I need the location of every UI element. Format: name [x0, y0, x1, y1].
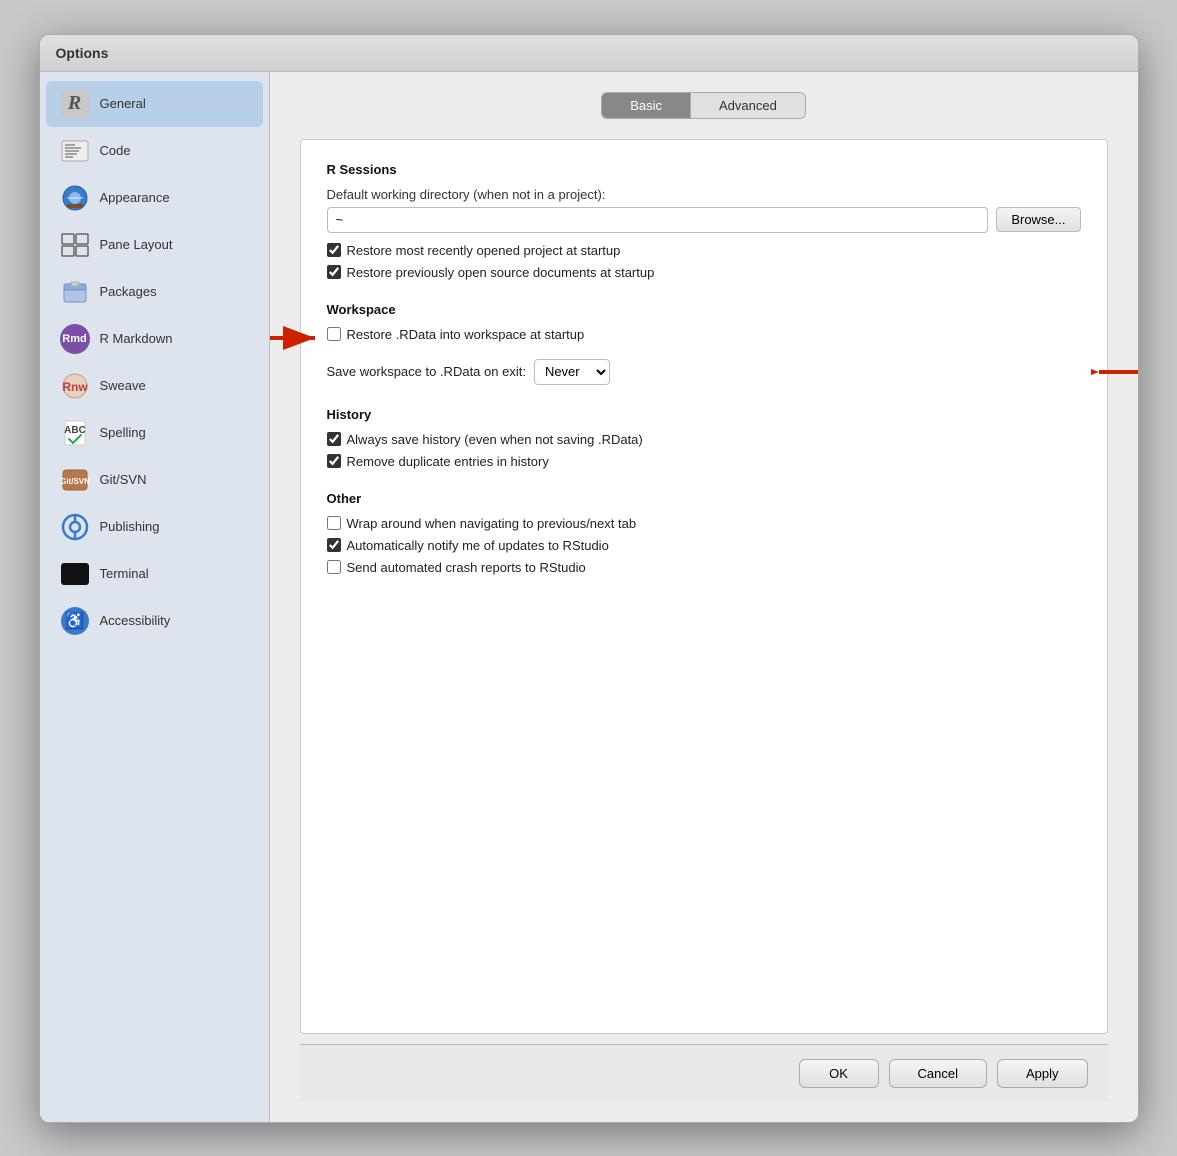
svg-text:ABC: ABC — [64, 425, 86, 436]
always-save-history-checkbox[interactable] — [327, 432, 341, 446]
restore-rdata-checkbox[interactable] — [327, 327, 341, 341]
sidebar-item-publishing[interactable]: Publishing — [46, 504, 263, 550]
sweave-icon: Rnw — [60, 371, 90, 401]
dialog-body: R General Code — [40, 72, 1138, 1122]
options-dialog: Options R General — [39, 34, 1139, 1123]
sidebar-label-spelling: Spelling — [100, 425, 146, 440]
sidebar-item-spelling[interactable]: ABC Spelling — [46, 410, 263, 456]
history-title: History — [327, 407, 1081, 422]
sidebar-label-sweave: Sweave — [100, 378, 146, 393]
sidebar-item-git-svn[interactable]: Git/SVN Git/SVN — [46, 457, 263, 503]
sidebar-item-pane-layout[interactable]: Pane Layout — [46, 222, 263, 268]
sidebar-item-accessibility[interactable]: ♿ Accessibility — [46, 598, 263, 644]
restore-project-label: Restore most recently opened project at … — [347, 243, 621, 258]
send-crash-checkbox[interactable] — [327, 560, 341, 574]
sidebar-label-publishing: Publishing — [100, 519, 160, 534]
wrap-around-checkbox[interactable] — [327, 516, 341, 530]
save-workspace-select[interactable]: Never Always Ask — [534, 359, 610, 385]
code-icon — [60, 136, 90, 166]
working-dir-group: Default working directory (when not in a… — [327, 187, 1081, 233]
always-save-history-row: Always save history (even when not savin… — [327, 432, 1081, 447]
tab-group: Basic Advanced — [601, 92, 806, 119]
history-section: History Always save history (even when n… — [327, 407, 1081, 469]
sidebar-label-general: General — [100, 96, 146, 111]
other-section: Other Wrap around when navigating to pre… — [327, 491, 1081, 575]
r-sessions-section: R Sessions Default working directory (wh… — [327, 162, 1081, 280]
restore-rdata-container: Restore .RData into workspace at startup — [327, 327, 585, 349]
always-save-history-label: Always save history (even when not savin… — [347, 432, 643, 447]
remove-duplicates-checkbox[interactable] — [327, 454, 341, 468]
wrap-around-label: Wrap around when navigating to previous/… — [347, 516, 637, 531]
terminal-icon — [60, 559, 90, 589]
working-dir-input[interactable] — [327, 207, 989, 233]
working-dir-label: Default working directory (when not in a… — [327, 187, 1081, 202]
apply-button[interactable]: Apply — [997, 1059, 1088, 1088]
tab-advanced[interactable]: Advanced — [691, 93, 805, 118]
restore-project-checkbox[interactable] — [327, 243, 341, 257]
send-crash-row: Send automated crash reports to RStudio — [327, 560, 1081, 575]
pane-layout-icon — [60, 230, 90, 260]
sidebar-label-code: Code — [100, 143, 131, 158]
sidebar-item-general[interactable]: R General — [46, 81, 263, 127]
sidebar-item-code[interactable]: Code — [46, 128, 263, 174]
main-content: Basic Advanced R Sessions Default workin… — [270, 72, 1138, 1122]
sidebar-item-appearance[interactable]: Appearance — [46, 175, 263, 221]
sidebar-label-accessibility: Accessibility — [100, 613, 171, 628]
restore-source-row: Restore previously open source documents… — [327, 265, 1081, 280]
restore-source-checkbox[interactable] — [327, 265, 341, 279]
svg-text:Rnw: Rnw — [62, 380, 88, 394]
publishing-icon — [60, 512, 90, 542]
restore-rdata-row: Restore .RData into workspace at startup — [327, 327, 585, 342]
auto-notify-label: Automatically notify me of updates to RS… — [347, 538, 609, 553]
svg-text:Git/SVN: Git/SVN — [61, 477, 89, 486]
dialog-title: Options — [56, 45, 109, 61]
sidebar-label-packages: Packages — [100, 284, 157, 299]
sidebar-label-r-markdown: R Markdown — [100, 331, 173, 346]
sidebar-label-git-svn: Git/SVN — [100, 472, 147, 487]
remove-duplicates-label: Remove duplicate entries in history — [347, 454, 549, 469]
content-panel: R Sessions Default working directory (wh… — [300, 139, 1108, 1034]
spelling-icon: ABC — [60, 418, 90, 448]
auto-notify-row: Automatically notify me of updates to RS… — [327, 538, 1081, 553]
bottom-bar: OK Cancel Apply — [300, 1044, 1108, 1102]
red-arrow-to-select — [1091, 355, 1138, 389]
tab-bar: Basic Advanced — [300, 92, 1108, 119]
git-svn-icon: Git/SVN — [60, 465, 90, 495]
other-title: Other — [327, 491, 1081, 506]
sidebar-item-sweave[interactable]: Rnw Sweave — [46, 363, 263, 409]
sidebar-item-packages[interactable]: Packages — [46, 269, 263, 315]
sidebar-label-appearance: Appearance — [100, 190, 170, 205]
r-markdown-icon: Rmd — [60, 324, 90, 354]
workspace-title: Workspace — [327, 302, 1081, 317]
wrap-around-row: Wrap around when navigating to previous/… — [327, 516, 1081, 531]
red-arrow-to-checkbox — [270, 321, 322, 355]
sidebar-item-terminal[interactable]: Terminal — [46, 551, 263, 597]
general-icon: R — [60, 89, 90, 119]
title-bar: Options — [40, 35, 1138, 72]
restore-rdata-label: Restore .RData into workspace at startup — [347, 327, 585, 342]
restore-project-row: Restore most recently opened project at … — [327, 243, 1081, 258]
browse-button[interactable]: Browse... — [996, 207, 1080, 232]
accessibility-icon: ♿ — [60, 606, 90, 636]
remove-duplicates-row: Remove duplicate entries in history — [327, 454, 1081, 469]
ok-button[interactable]: OK — [799, 1059, 879, 1088]
restore-source-label: Restore previously open source documents… — [347, 265, 655, 280]
sidebar: R General Code — [40, 72, 270, 1122]
sidebar-label-pane-layout: Pane Layout — [100, 237, 173, 252]
workspace-section: Workspace — [327, 302, 1081, 385]
r-sessions-title: R Sessions — [327, 162, 1081, 177]
sidebar-label-terminal: Terminal — [100, 566, 149, 581]
tab-basic[interactable]: Basic — [602, 93, 691, 118]
cancel-button[interactable]: Cancel — [889, 1059, 987, 1088]
save-workspace-label: Save workspace to .RData on exit: — [327, 364, 526, 379]
packages-icon — [60, 277, 90, 307]
save-workspace-row: Save workspace to .RData on exit: Never … — [327, 359, 1081, 385]
appearance-icon — [60, 183, 90, 213]
working-dir-row: Browse... — [327, 207, 1081, 233]
sidebar-item-r-markdown[interactable]: Rmd R Markdown — [46, 316, 263, 362]
auto-notify-checkbox[interactable] — [327, 538, 341, 552]
send-crash-label: Send automated crash reports to RStudio — [347, 560, 586, 575]
